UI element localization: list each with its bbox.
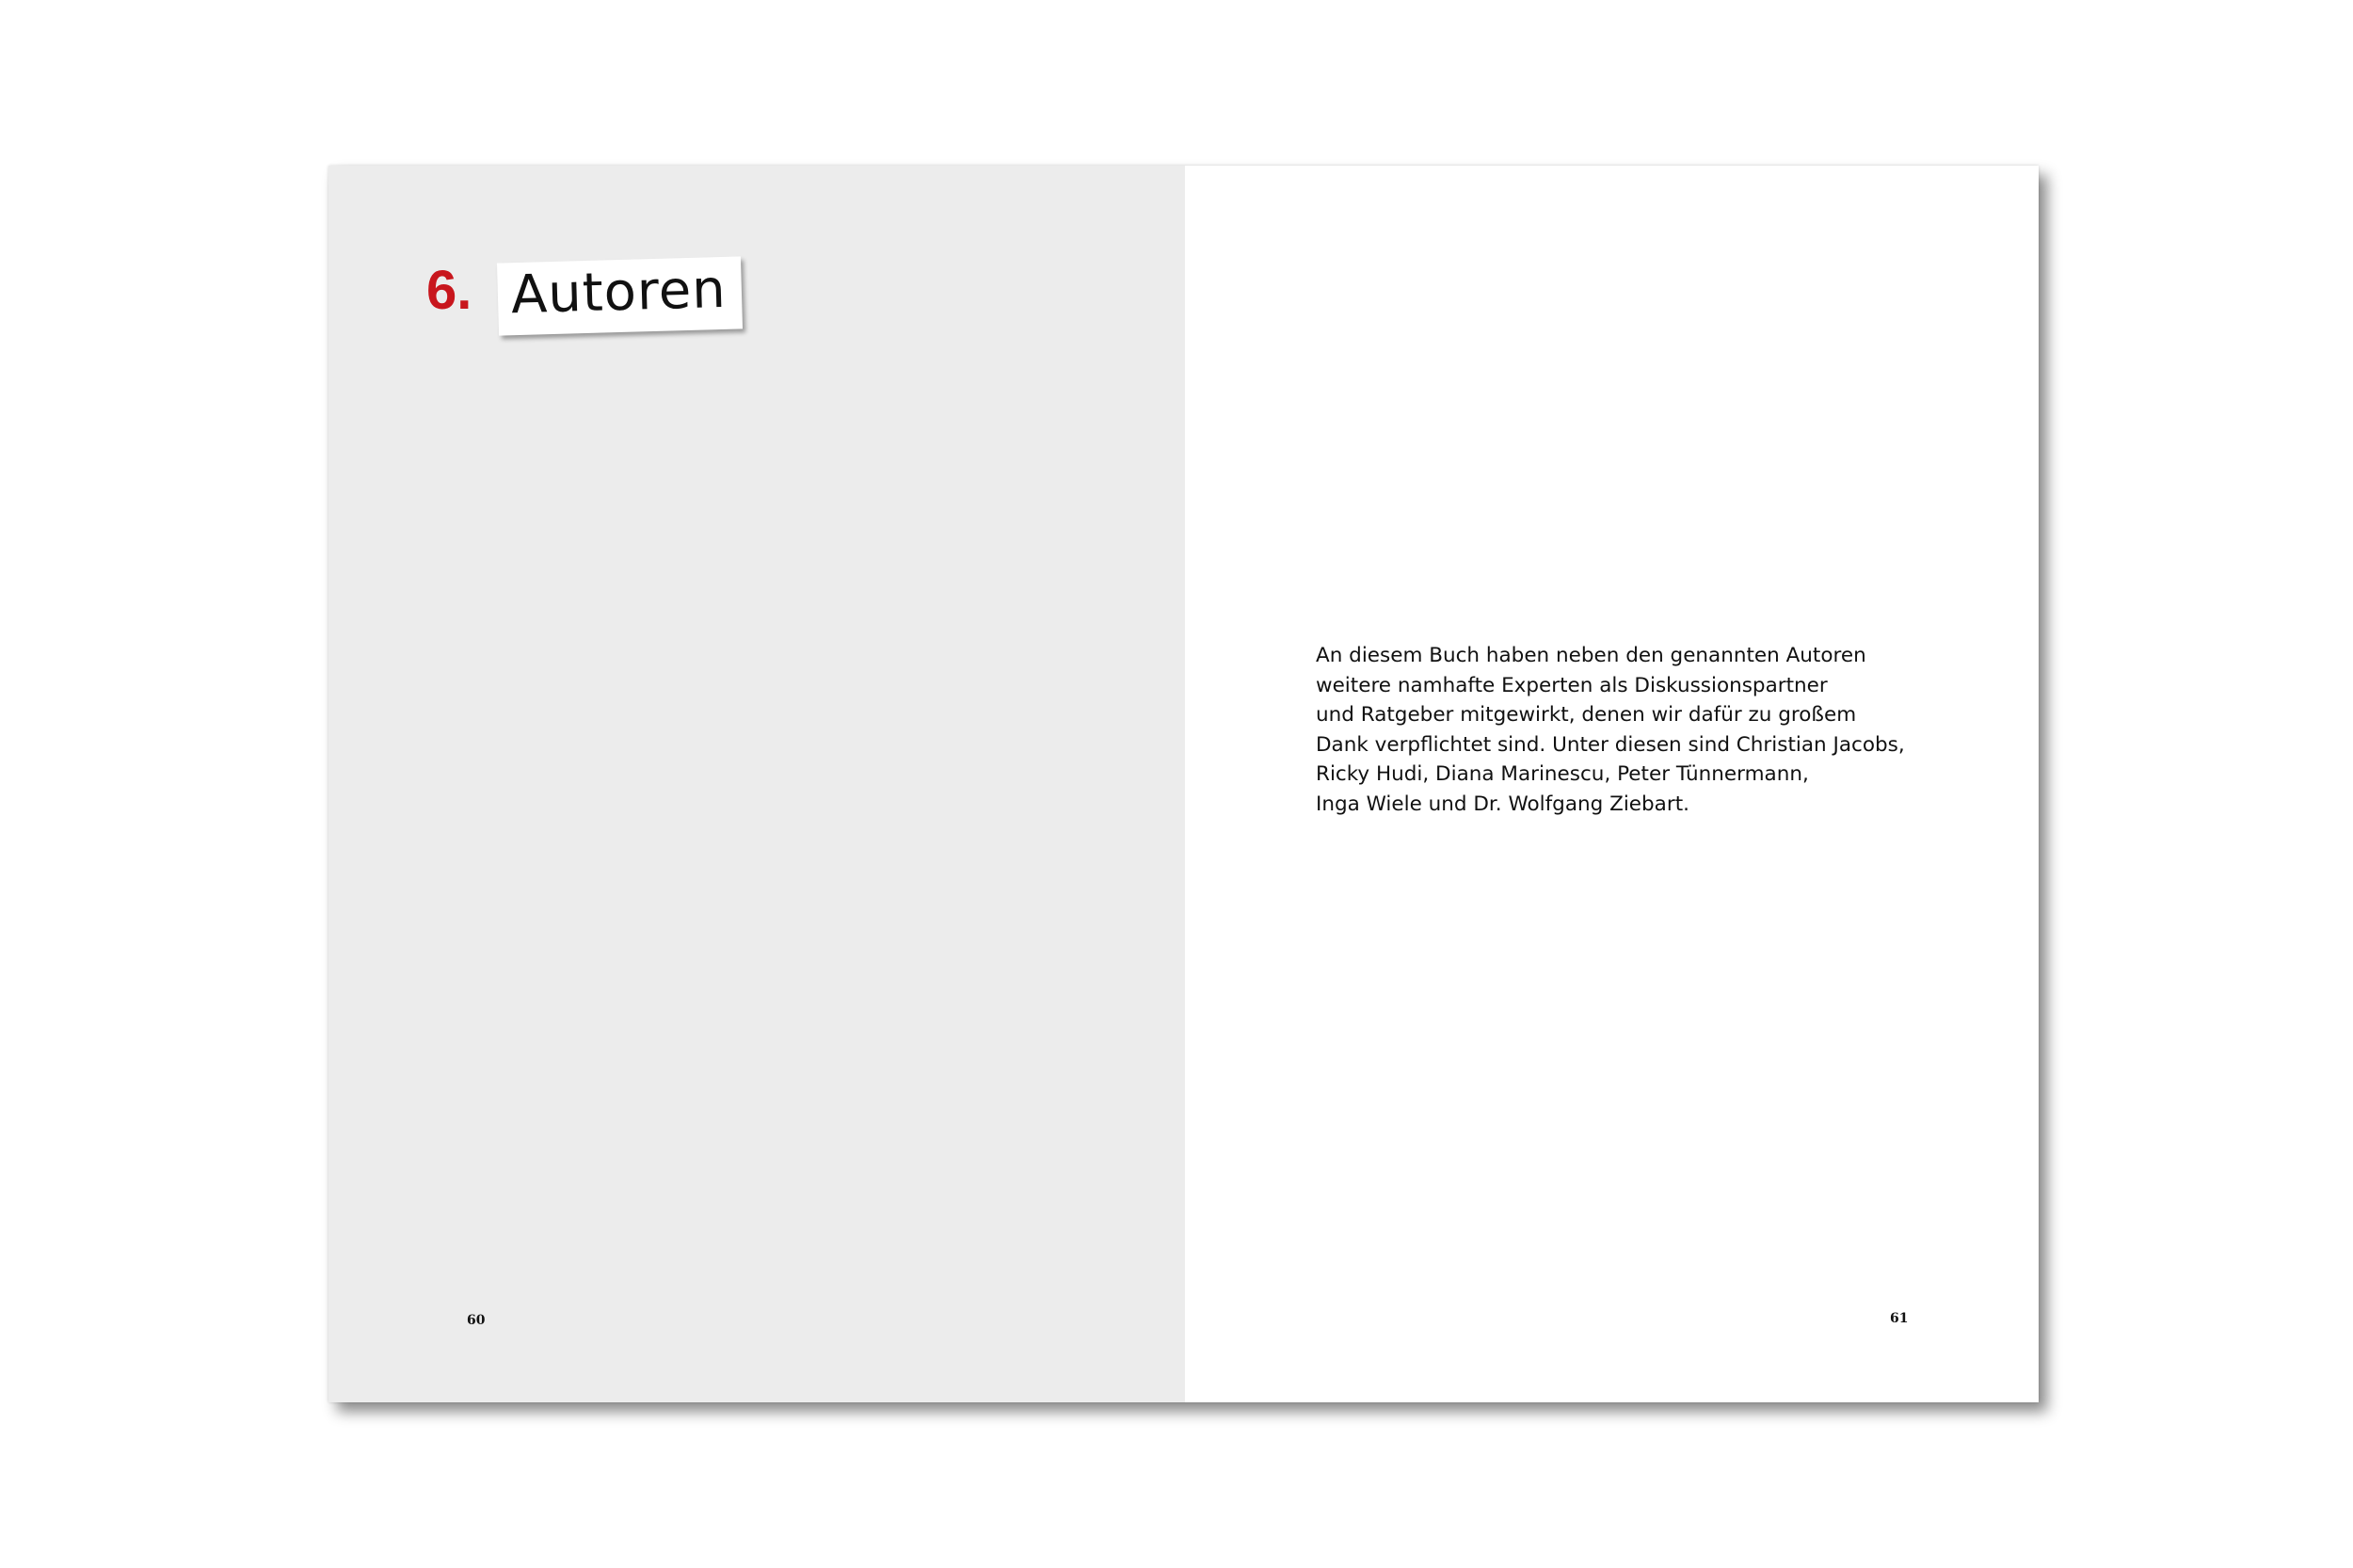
paragraph-line: Ricky Hudi, Diana Marinescu, Peter Tünne… [1316, 762, 1809, 787]
left-page: 6. Autoren 60 [328, 166, 1185, 1402]
right-page: An diesem Buch haben neben den genannten… [1185, 166, 2039, 1402]
page-number-left: 60 [467, 1313, 486, 1328]
paragraph-line: Dank verpflichtet sind. Unter diesen sin… [1316, 732, 1905, 757]
paragraph-line: weitere namhafte Experten als Diskussion… [1316, 673, 1828, 697]
paragraph-line: und Ratgeber mitgewirkt, denen wir dafür… [1316, 703, 1857, 728]
chapter-number: 6. [426, 260, 472, 321]
book-spread: 6. Autoren 60 An diesem Buch haben neben… [328, 166, 2039, 1402]
acknowledgement-paragraph: An diesem Buch haben neben den genannten… [1316, 641, 1918, 820]
paragraph-line: Inga Wiele und Dr. Wolfgang Ziebart. [1316, 792, 1689, 816]
chapter-title-label: Autoren [496, 256, 743, 336]
paragraph-line: An diesem Buch haben neben den genannten… [1316, 644, 1866, 667]
page-number-right: 61 [1890, 1311, 1909, 1326]
